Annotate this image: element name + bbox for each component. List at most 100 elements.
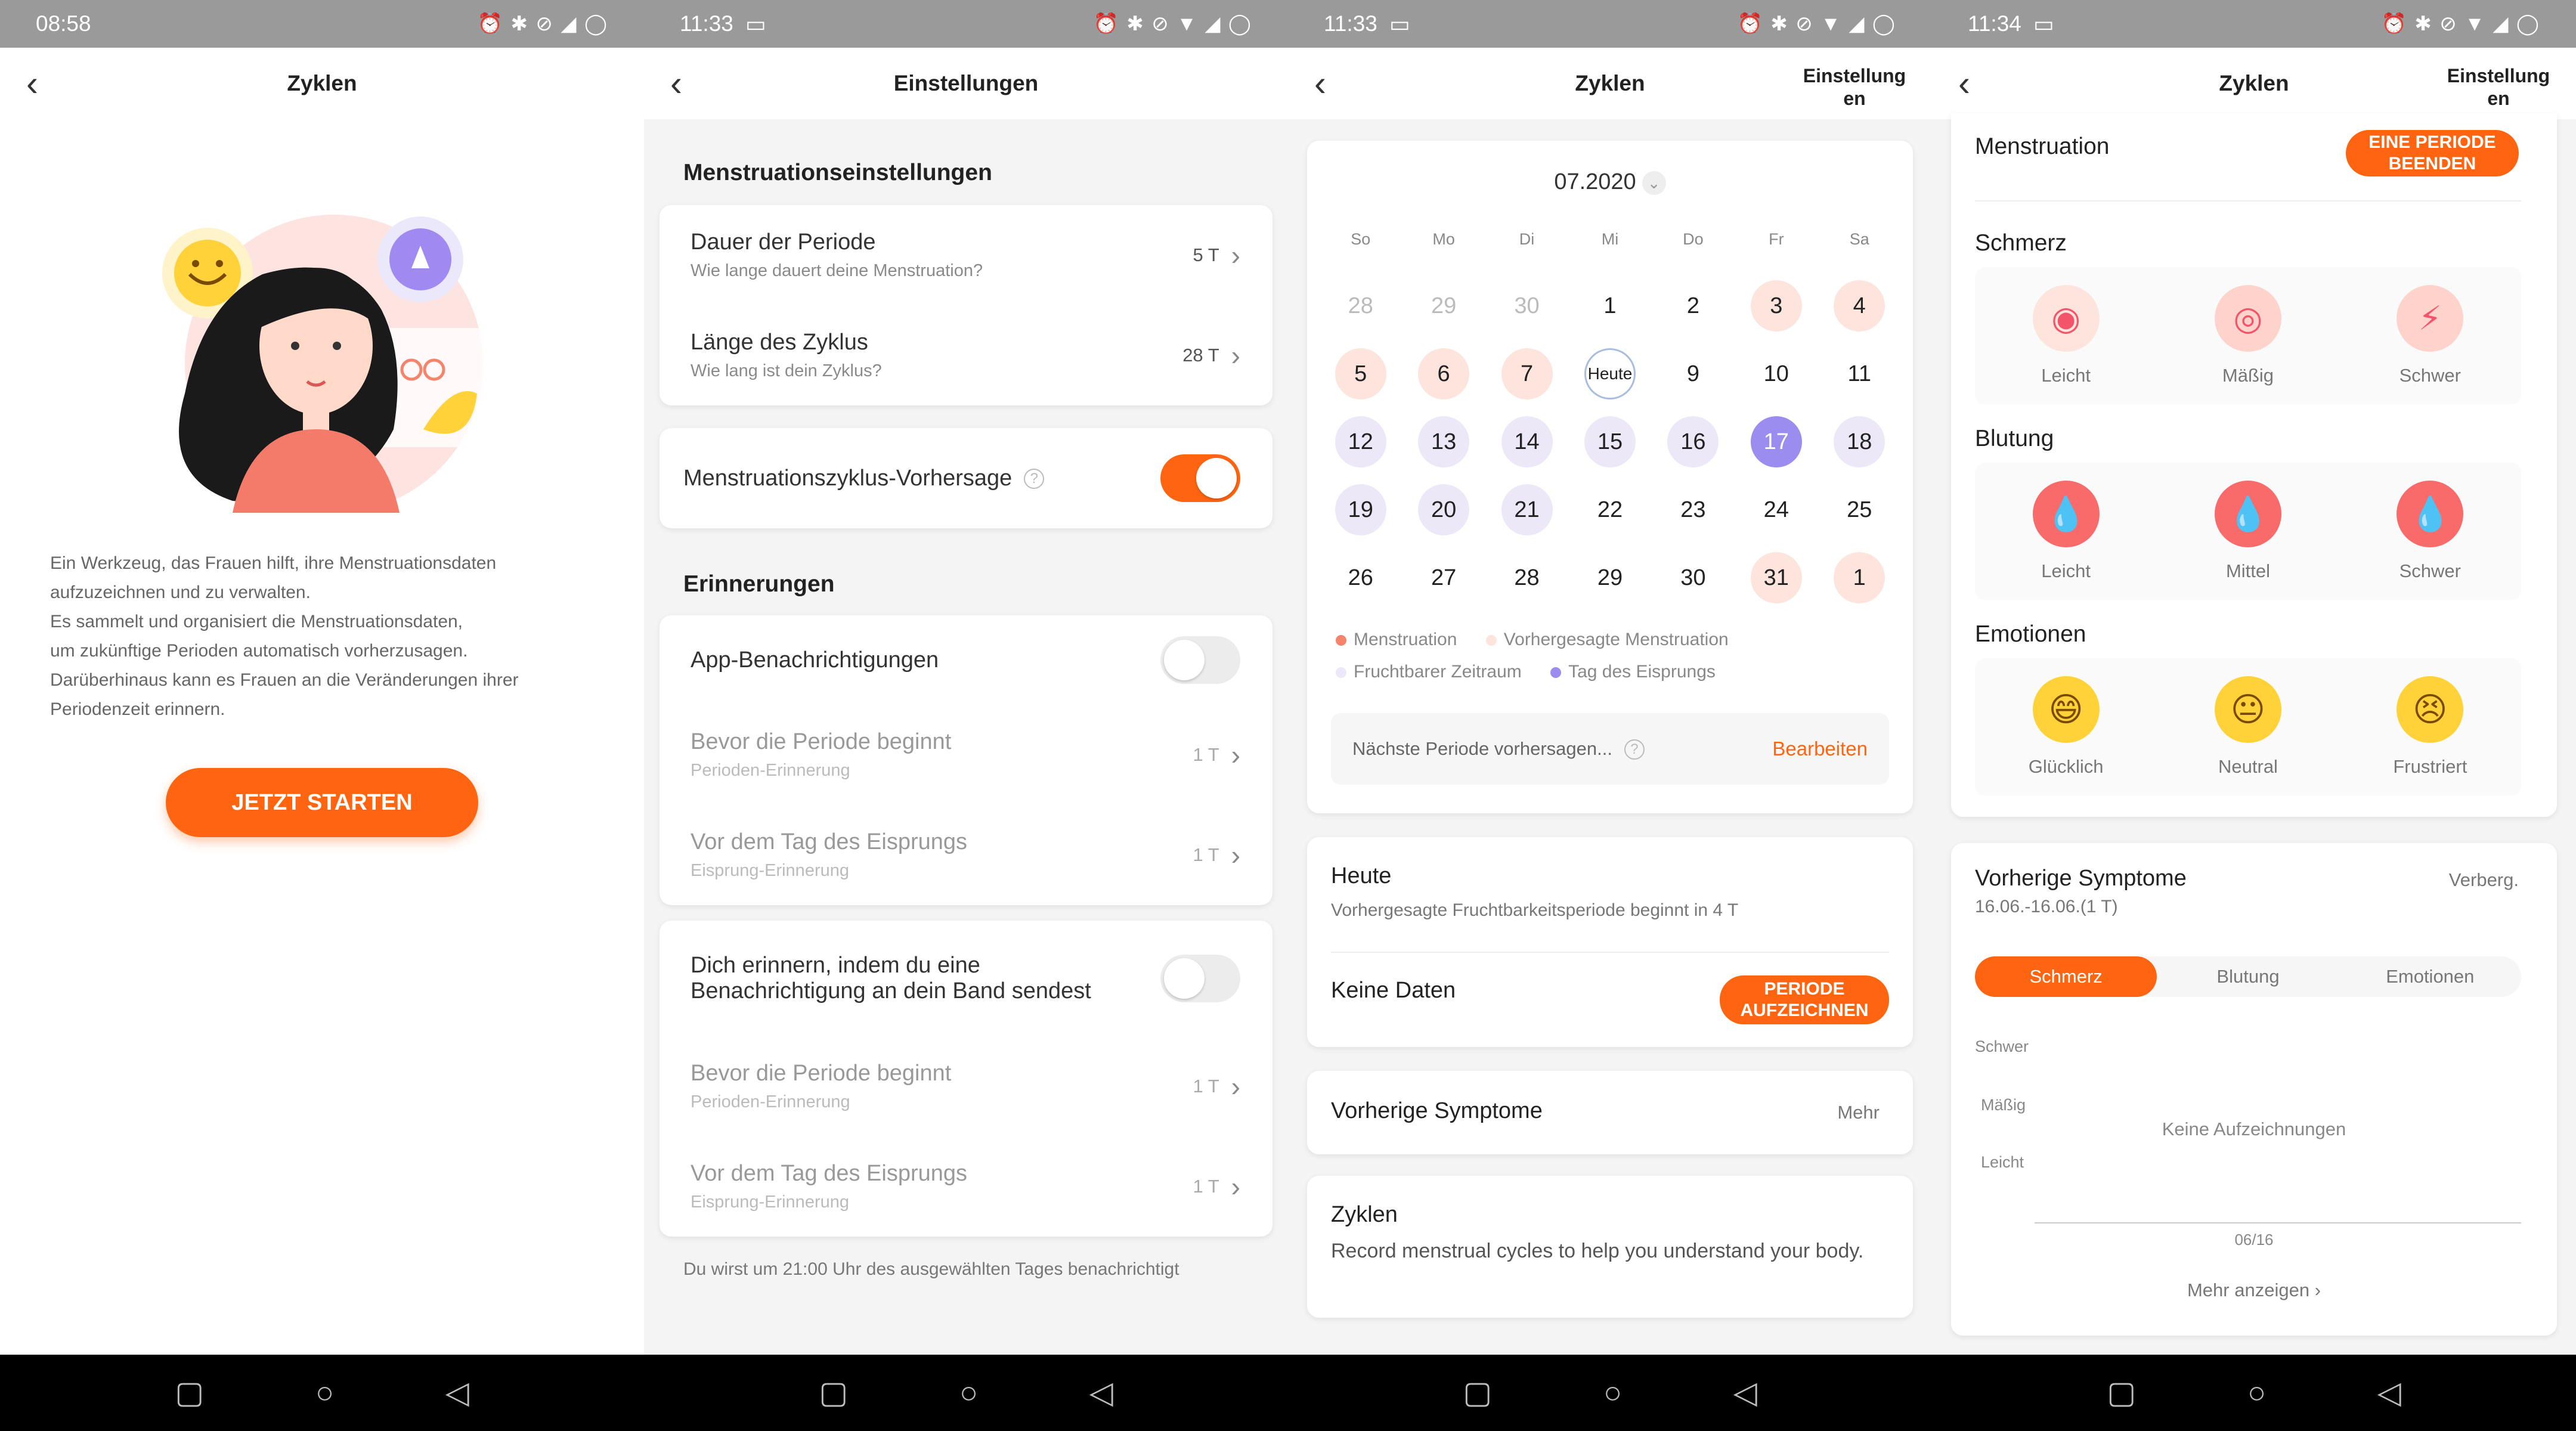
back-arrow-icon[interactable]: ‹ [670,66,682,101]
period-duration-row[interactable]: Dauer der Periode Wie lange dauert deine… [660,205,1272,305]
calendar-day[interactable]: 28 [1319,280,1402,332]
calendar-day[interactable]: 4 [1818,280,1901,332]
tab-bleeding[interactable]: Blutung [2157,956,2339,997]
calendar-day[interactable]: 1 [1818,552,1901,603]
frustrated-face-icon: 😣 [2397,676,2464,743]
calendar-day[interactable]: 7 [1485,348,1568,399]
back-arrow-icon[interactable]: ‹ [26,66,38,101]
chart-axis [2035,1222,2521,1224]
record-period-button[interactable]: PERIODE AUFZEICHNEN [1720,975,1889,1024]
recents-icon[interactable]: ▢ [175,1375,204,1411]
back-nav-icon[interactable]: ◁ [1733,1375,1757,1411]
calendar-day-today[interactable]: Heute [1568,348,1651,399]
hide-link[interactable]: Verberg. [2449,869,2519,891]
back-nav-icon[interactable]: ◁ [2377,1375,2401,1411]
calendar-day[interactable]: 30 [1652,552,1735,603]
app-notifications-toggle[interactable] [1160,636,1240,684]
recents-icon[interactable]: ▢ [1463,1375,1492,1411]
recents-icon[interactable]: ▢ [819,1375,848,1411]
calendar-day[interactable]: 6 [1402,348,1485,399]
calendar-day[interactable]: 9 [1652,348,1735,399]
emotion-neutral[interactable]: 😐 Neutral [2157,658,2339,795]
prediction-toggle[interactable] [1160,454,1240,502]
calendar-day[interactable]: 27 [1402,552,1485,603]
end-period-button[interactable]: EINE PERIODE BEENDEN [2346,130,2519,176]
bleeding-light[interactable]: 💧 Leicht [1975,463,2157,600]
calendar-grid: 28 29 30 1 2 3 4 5 6 7 Heute 9 10 11 12 13 14 15 16 17 18 19 2… [1319,272,1901,612]
calendar-day[interactable]: 23 [1652,484,1735,535]
calendar-day[interactable]: 1 [1568,280,1651,332]
home-icon[interactable]: ○ [315,1375,334,1411]
calendar-day[interactable]: 18 [1818,416,1901,467]
before-ovulation-row[interactable]: Vor dem Tag des Eisprungs Eisprung-Erinn… [660,805,1272,905]
calendar-day[interactable]: 20 [1402,484,1485,535]
status-icons: ⏰ ✱ ⊘ ▼ ◢ ◯ [1737,13,1896,35]
tab-emotions[interactable]: Emotionen [2339,956,2521,997]
calendar-day[interactable]: 29 [1568,552,1651,603]
band-before-period-row[interactable]: Bevor die Periode beginnt Perioden-Erinn… [660,1036,1272,1136]
emotion-frustrated[interactable]: 😣 Frustriert [2339,658,2521,795]
calendar-day[interactable]: 30 [1485,280,1568,332]
calendar-day[interactable]: 26 [1319,552,1402,603]
calendar-day[interactable]: 28 [1485,552,1568,603]
bleeding-medium[interactable]: 💧 Mittel [2157,463,2339,600]
many-drops-icon: 💧 [2397,481,2464,547]
emotion-happy[interactable]: 😄 Glücklich [1975,658,2157,795]
clock: 08:58 [36,11,91,36]
home-icon[interactable]: ○ [1603,1375,1622,1411]
back-arrow-icon[interactable]: ‹ [1314,66,1326,101]
bleeding-heavy[interactable]: 💧 Schwer [2339,463,2521,600]
calendar-day[interactable]: 11 [1818,348,1901,399]
calendar-day[interactable]: 31 [1735,552,1818,603]
before-period-row[interactable]: Bevor die Periode beginnt Perioden-Erinn… [660,705,1272,805]
band-reminder-toggle[interactable] [1160,955,1240,1002]
previous-symptoms-card[interactable]: Vorherige Symptome Mehr [1307,1071,1913,1154]
recents-icon[interactable]: ▢ [2107,1375,2136,1411]
calendar-day[interactable]: 17 [1735,416,1818,467]
back-arrow-icon[interactable]: ‹ [1958,66,1970,101]
tab-pain[interactable]: Schmerz [1975,956,2157,997]
calendar-day-number: 10 [1763,361,1789,386]
calendar-day-number: 29 [1597,565,1623,590]
back-nav-icon[interactable]: ◁ [445,1375,469,1411]
help-icon[interactable]: ? [1024,469,1045,490]
section-menstruation-settings: Menstruationseinstellungen [683,160,992,185]
calendar-day[interactable]: 14 [1485,416,1568,467]
calendar-day[interactable]: 19 [1319,484,1402,535]
home-icon[interactable]: ○ [2247,1375,2266,1411]
help-icon[interactable]: ? [1624,739,1645,760]
band-before-ovulation-row[interactable]: Vor dem Tag des Eisprungs Eisprung-Erinn… [660,1136,1272,1237]
legend-fertile: Fruchtbarer Zeitraum [1336,656,1522,688]
calendar-day[interactable]: 5 [1319,348,1402,399]
calendar-day[interactable]: 3 [1735,280,1818,332]
calendar-day[interactable]: 13 [1402,416,1485,467]
pain-moderate[interactable]: ◎ Mäßig [2157,267,2339,404]
panel-settings: 11:33 ▭ ⏰ ✱ ⊘ ▼ ◢ ◯ ‹ Einstellungen Menst… [644,0,1288,1431]
calendar-day[interactable]: 2 [1652,280,1735,332]
pain-light[interactable]: ◉ Leicht [1975,267,2157,404]
start-button[interactable]: JETZT STARTEN [166,768,478,837]
status-bar: 11:33 ▭ ⏰ ✱ ⊘ ▼ ◢ ◯ [644,0,1288,48]
cycle-length-row[interactable]: Länge des Zyklus Wie lang ist dein Zyklu… [660,305,1272,405]
calendar-day[interactable]: 12 [1319,416,1402,467]
calendar-day[interactable]: 29 [1402,280,1485,332]
back-nav-icon[interactable]: ◁ [1089,1375,1113,1411]
calendar-day[interactable]: 25 [1818,484,1901,535]
calendar-day[interactable]: 10 [1735,348,1818,399]
status-bar: 11:33 ▭ ⏰ ✱ ⊘ ▼ ◢ ◯ [1288,0,1932,48]
settings-link[interactable]: Einstellung en [1801,64,1908,110]
home-icon[interactable]: ○ [959,1375,978,1411]
calendar-day[interactable]: 22 [1568,484,1651,535]
edit-button[interactable]: Bearbeiten [1772,738,1868,760]
month-selector[interactable]: 07.2020 ⌄ [1307,169,1913,195]
legend-predicted: Vorhergesagte Menstruation [1485,624,1729,656]
calendar-day[interactable]: 24 [1735,484,1818,535]
calendar-day[interactable]: 15 [1568,416,1651,467]
calendar-day[interactable]: 16 [1652,416,1735,467]
calendar-day[interactable]: 21 [1485,484,1568,535]
previous-symptoms-title: Vorherige Symptome [1331,1098,1543,1123]
pain-severe[interactable]: ⚡ Schwer [2339,267,2521,404]
more-link[interactable]: Mehr [1837,1102,1880,1123]
settings-link[interactable]: Einstellung en [2445,64,2552,110]
show-more-link[interactable]: Mehr anzeigen › [1951,1280,2557,1301]
